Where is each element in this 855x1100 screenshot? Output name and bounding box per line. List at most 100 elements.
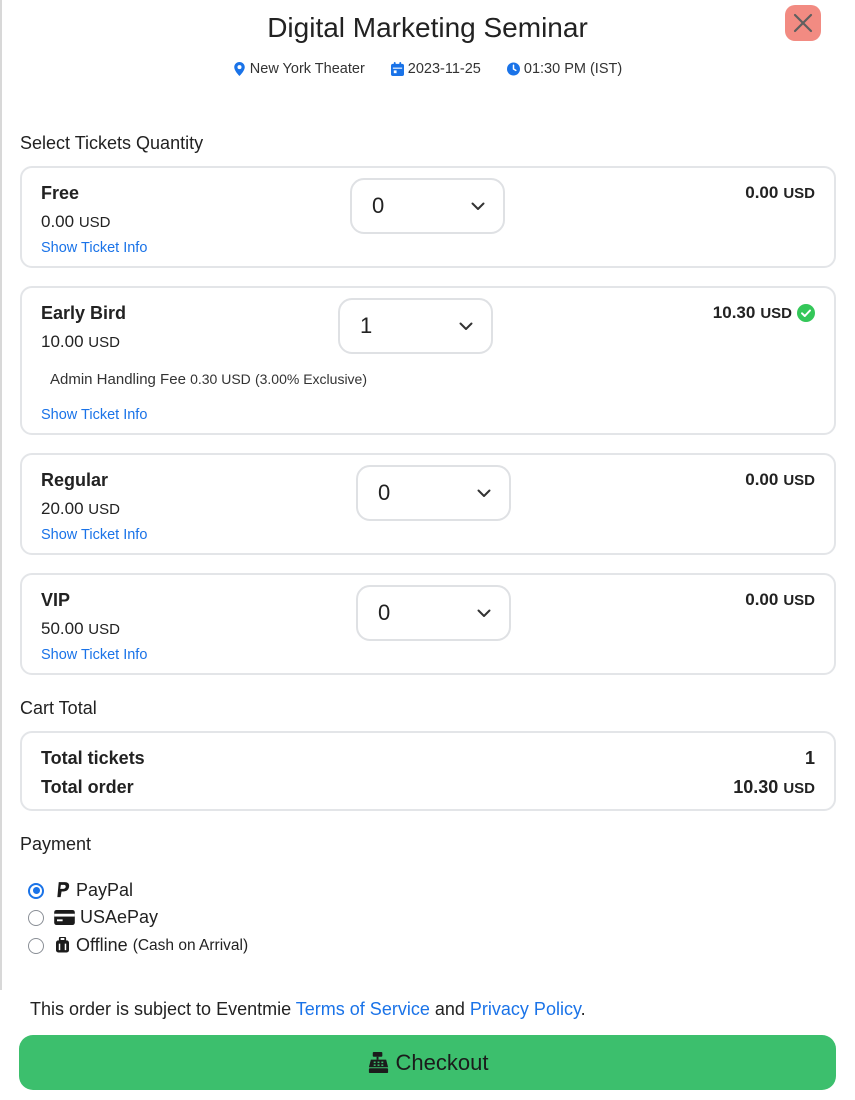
cart-total-card: Total tickets 1 Total order 10.30 USD xyxy=(20,731,836,811)
ticket-name: Early Bird xyxy=(41,303,127,323)
fee-label: Admin Handling Fee xyxy=(50,371,186,388)
total-order-value: 10.30 USD xyxy=(733,777,815,798)
total-order-label: Total order xyxy=(41,777,134,797)
ticket-name: Regular xyxy=(41,470,109,490)
privacy-policy-link[interactable]: Privacy Policy xyxy=(470,999,581,1019)
close-button[interactable] xyxy=(785,5,821,41)
usaepay-radio[interactable] xyxy=(28,909,44,926)
ticket-price: 10.00 USD xyxy=(41,332,120,352)
cart-total-heading: Cart Total xyxy=(20,698,97,718)
fee-note: (3.00% Exclusive) xyxy=(254,371,368,387)
ticket-subtotal-amount: 0.00 xyxy=(745,470,779,489)
date-info: 2023-11-25 xyxy=(390,61,481,77)
event-title: Digital Marketing Seminar xyxy=(267,12,588,43)
show-ticket-info-link[interactable]: Show Ticket Info xyxy=(41,647,147,663)
paypal-icon xyxy=(53,882,71,900)
ticket-price-currency: USD xyxy=(78,214,111,231)
quantity-select-vip[interactable]: 0 xyxy=(356,585,511,641)
payment-note: (Cash on Arrival) xyxy=(132,936,249,954)
chevron-down-icon xyxy=(477,609,491,617)
clock-icon xyxy=(506,62,520,76)
terms-of-service-link[interactable]: Terms of Service xyxy=(296,999,430,1019)
ticket-price: 50.00 USD xyxy=(41,619,120,639)
ticket-price-amount: 20.00 xyxy=(41,499,84,518)
cash-register-icon xyxy=(368,1051,388,1074)
show-ticket-info-link[interactable]: Show Ticket Info xyxy=(41,407,147,423)
terms-prefix: This order is subject to Eventmie xyxy=(30,999,292,1019)
chevron-down-icon xyxy=(471,202,485,210)
ticket-price: 0.00 USD xyxy=(41,212,111,232)
total-tickets-value: 1 xyxy=(804,748,815,768)
quantity-select-regular[interactable]: 0 xyxy=(356,465,511,521)
time-info: 01:30 PM (IST) xyxy=(506,61,623,77)
quantity-value: 0 xyxy=(378,600,391,625)
event-meta: New York Theater 2023-11-25 01:30 PM (IS… xyxy=(0,61,855,77)
venue-info: New York Theater xyxy=(233,61,365,77)
payment-label: USAePay xyxy=(80,907,159,927)
ticket-price-amount: 50.00 xyxy=(41,619,84,638)
total-order-amount: 10.30 xyxy=(733,777,779,797)
show-ticket-info-link[interactable]: Show Ticket Info xyxy=(41,527,147,543)
ticket-subtotal: 0.00 USD xyxy=(745,183,815,203)
checkout-label: Checkout xyxy=(395,1049,489,1075)
ticket-card-vip: VIP 50.00 USD Show Ticket Info 0 0.00 US… xyxy=(20,573,836,675)
ticket-price: 20.00 USD xyxy=(41,499,120,519)
total-tickets-label: Total tickets xyxy=(41,748,145,768)
ticket-subtotal-currency: USD xyxy=(760,304,792,322)
close-icon xyxy=(793,13,813,33)
ticket-name: VIP xyxy=(41,590,71,610)
payment-heading: Payment xyxy=(20,834,92,854)
ticket-subtotal-amount: 10.30 xyxy=(712,303,756,322)
total-order-currency: USD xyxy=(783,780,815,797)
map-pin-icon xyxy=(234,62,245,76)
calendar-icon xyxy=(390,62,404,76)
fee-amount: 0.30 USD xyxy=(190,371,251,387)
time-text: 01:30 PM (IST) xyxy=(523,61,623,77)
payment-option-paypal[interactable]: PayPal xyxy=(28,880,133,901)
admin-fee-line: Admin Handling Fee 0.30 USD (3.00% Exclu… xyxy=(50,371,367,388)
ticket-subtotal: 10.30 USD xyxy=(713,303,815,323)
ticket-price-currency: USD xyxy=(88,501,120,518)
checkout-button[interactable]: Checkout xyxy=(19,1035,836,1090)
payment-label: Offline xyxy=(76,935,128,955)
select-tickets-heading: Select Tickets Quantity xyxy=(20,133,204,153)
ticket-subtotal-currency: USD xyxy=(783,591,815,609)
date-text: 2023-11-25 xyxy=(407,61,481,77)
ticket-price-currency: USD xyxy=(88,334,120,351)
venue-text: New York Theater xyxy=(249,61,365,77)
quantity-value: 0 xyxy=(372,193,385,218)
show-ticket-info-link[interactable]: Show Ticket Info xyxy=(41,240,147,256)
credit-card-icon xyxy=(53,909,75,927)
ticket-price-amount: 0.00 xyxy=(41,212,75,231)
offline-radio[interactable] xyxy=(28,937,44,954)
left-border xyxy=(0,0,2,990)
terms-and: and xyxy=(434,999,465,1019)
ticket-price-amount: 10.00 xyxy=(41,332,84,351)
payment-option-usaepay[interactable]: USAePay xyxy=(28,907,158,928)
header: Digital Marketing Seminar New York Theat… xyxy=(0,0,855,100)
ticket-card-early-bird: Early Bird 10.00 USD Admin Handling Fee … xyxy=(20,286,836,435)
ticket-card-regular: Regular 20.00 USD Show Ticket Info 0 0.0… xyxy=(20,453,836,555)
ticket-subtotal-amount: 0.00 xyxy=(745,590,779,609)
ticket-subtotal-amount: 0.00 xyxy=(745,183,779,202)
ticket-name: Free xyxy=(41,183,80,203)
quantity-select-early-bird[interactable]: 1 xyxy=(338,298,493,354)
check-circle-icon xyxy=(797,304,815,322)
payment-label: PayPal xyxy=(76,880,134,900)
terms-notice: This order is subject to Eventmie Terms … xyxy=(30,999,586,1020)
terms-suffix: . xyxy=(580,999,586,1019)
total-tickets-row: Total tickets 1 xyxy=(41,748,815,769)
chevron-down-icon xyxy=(459,322,473,330)
quantity-value: 0 xyxy=(378,480,391,505)
quantity-value: 1 xyxy=(360,313,373,338)
ticket-subtotal: 0.00 USD xyxy=(745,590,815,610)
ticket-subtotal-currency: USD xyxy=(783,184,815,202)
suitcase-icon xyxy=(53,937,71,955)
ticket-subtotal-currency: USD xyxy=(783,471,815,489)
total-order-row: Total order 10.30 USD xyxy=(41,777,815,798)
quantity-select-free[interactable]: 0 xyxy=(350,178,505,234)
ticket-price-currency: USD xyxy=(88,621,120,638)
payment-option-offline[interactable]: Offline (Cash on Arrival) xyxy=(28,935,248,956)
chevron-down-icon xyxy=(477,489,491,497)
paypal-radio[interactable] xyxy=(28,882,44,899)
